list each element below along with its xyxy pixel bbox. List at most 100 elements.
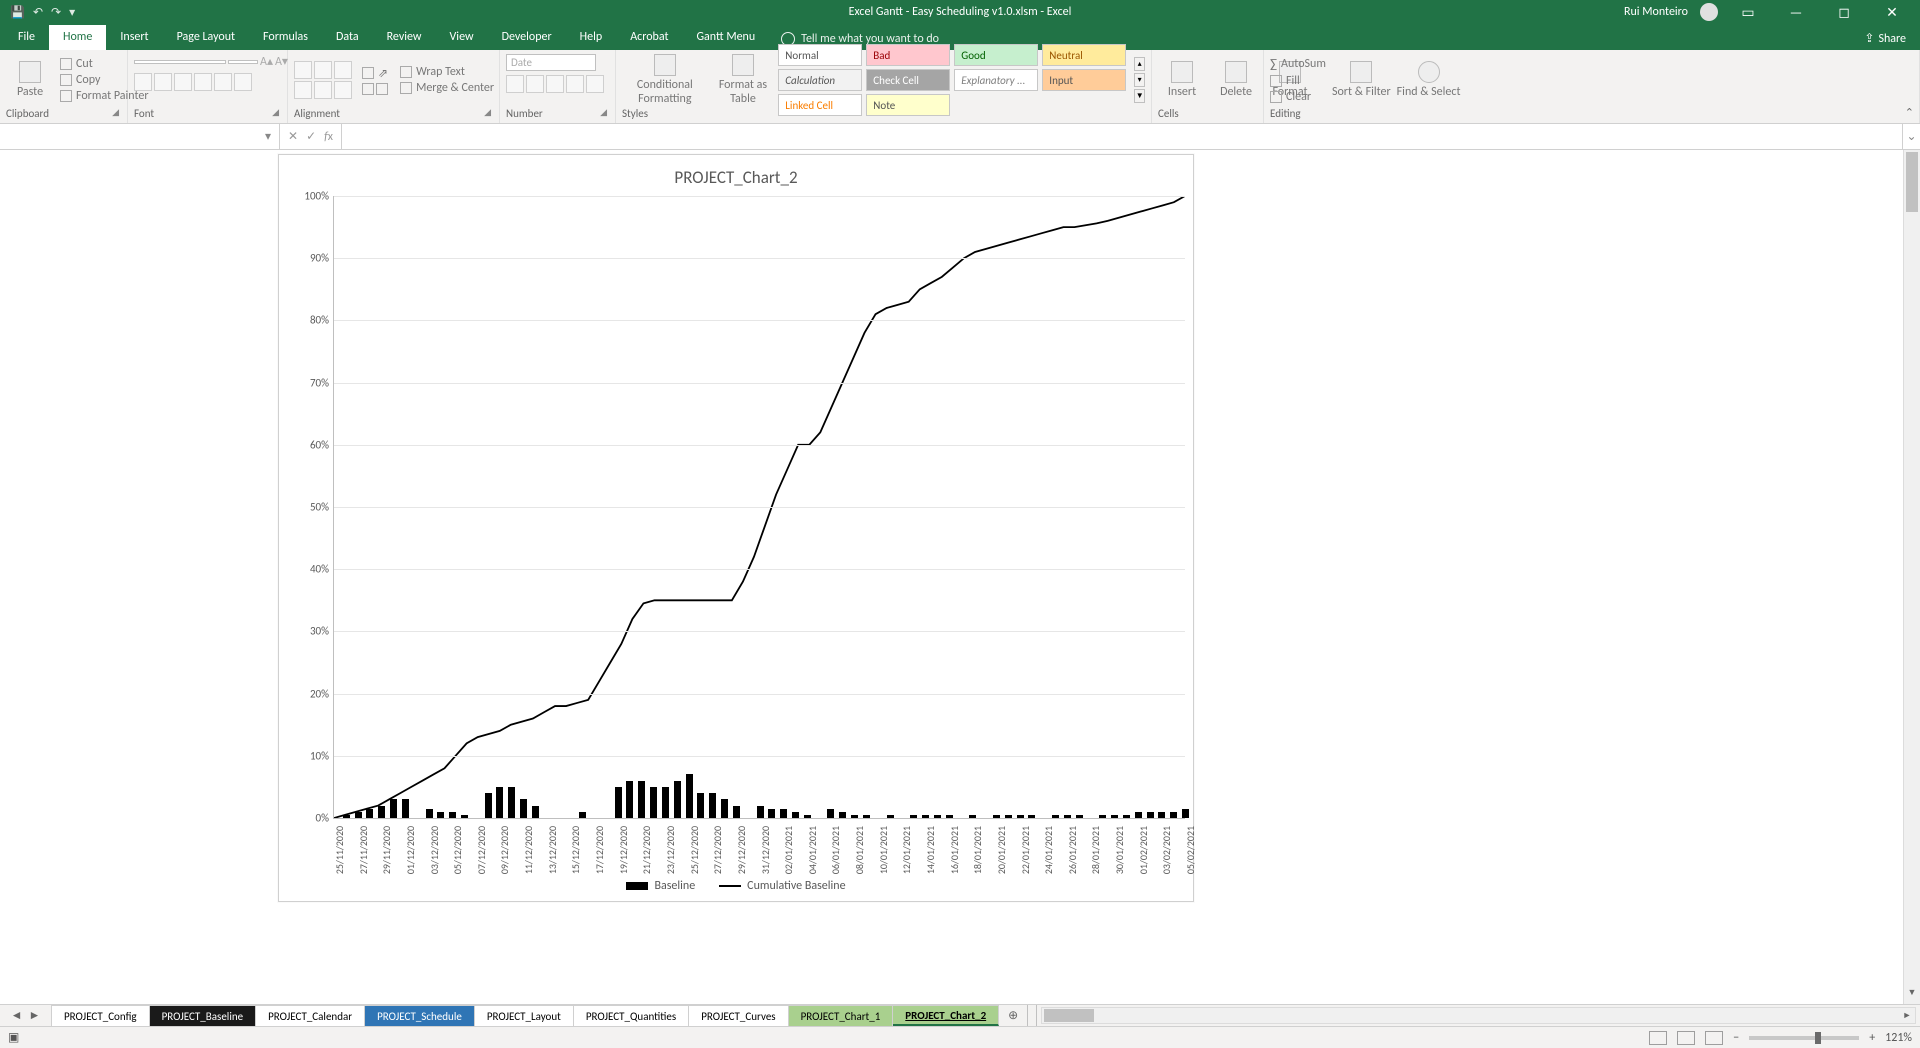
gallery-more-icon[interactable]: ▼	[1134, 89, 1145, 103]
style-neutral[interactable]: Neutral	[1042, 44, 1126, 66]
number-format-combo[interactable]: Date	[506, 54, 596, 71]
chart-object[interactable]: PROJECT_Chart_2 0%10%20%30%40%50%60%70%8…	[278, 154, 1194, 902]
maximize-icon[interactable]: ◻	[1826, 4, 1862, 21]
scroll-thumb[interactable]	[1906, 152, 1918, 212]
percent-button[interactable]	[526, 75, 544, 93]
close-icon[interactable]: ✕	[1874, 4, 1910, 21]
zoom-knob[interactable]	[1815, 1032, 1821, 1044]
gallery-down-icon[interactable]: ▾	[1134, 73, 1145, 87]
cancel-formula-icon[interactable]: ✕	[288, 129, 298, 144]
chart-legend[interactable]: Baseline Cumulative Baseline	[287, 877, 1185, 897]
style-normal[interactable]: Normal	[778, 44, 862, 66]
save-icon[interactable]: 💾	[10, 5, 25, 20]
sheet-tab-project_calendar[interactable]: PROJECT_Calendar	[256, 1005, 365, 1026]
shrink-font-icon[interactable]: A▾	[275, 54, 288, 69]
minimize-icon[interactable]: —	[1778, 4, 1814, 21]
format-as-table-button[interactable]: Format as Table	[714, 54, 773, 106]
bold-button[interactable]	[134, 73, 152, 91]
sheet-tab-project_config[interactable]: PROJECT_Config	[52, 1005, 150, 1026]
sheet-tab-project_schedule[interactable]: PROJECT_Schedule	[365, 1005, 475, 1026]
fill-color-button[interactable]	[214, 73, 232, 91]
name-dropdown-icon[interactable]: ▾	[261, 129, 275, 144]
fill-button[interactable]: Fill	[1270, 74, 1326, 88]
sheet-tab-project_layout[interactable]: PROJECT_Layout	[475, 1005, 574, 1026]
dialog-launcher-icon[interactable]: ◢	[112, 107, 119, 118]
name-box-input[interactable]	[4, 130, 261, 144]
underline-button[interactable]	[174, 73, 192, 91]
menu-tab-developer[interactable]: Developer	[488, 25, 566, 50]
undo-icon[interactable]: ↶	[33, 5, 43, 20]
style-input[interactable]: Input	[1042, 69, 1126, 91]
style-calculation[interactable]: Calculation	[778, 69, 862, 91]
ribbon-display-icon[interactable]: ▭	[1730, 4, 1766, 21]
style-good[interactable]: Good	[954, 44, 1038, 66]
merge-center-button[interactable]: Merge & Center	[400, 81, 494, 95]
menu-tab-help[interactable]: Help	[566, 25, 617, 50]
conditional-formatting-button[interactable]: Conditional Formatting	[622, 54, 708, 106]
h-scroll-thumb[interactable]	[1044, 1009, 1094, 1022]
cell-styles-gallery[interactable]: NormalBadGoodNeutralCalculationCheck Cel…	[778, 44, 1126, 116]
font-size-combo[interactable]	[228, 60, 258, 64]
expand-formula-bar-icon[interactable]: ⌄	[1902, 124, 1920, 149]
menu-tab-gantt-menu[interactable]: Gantt Menu	[682, 25, 769, 50]
wrap-text-button[interactable]: Wrap Text	[400, 65, 494, 79]
share-button[interactable]: ⇪ Share	[1864, 31, 1906, 50]
tab-splitter[interactable]	[1027, 1005, 1037, 1026]
zoom-level[interactable]: 121%	[1885, 1031, 1912, 1045]
sheet-tab-project_chart_1[interactable]: PROJECT_Chart_1	[789, 1005, 894, 1026]
new-sheet-button[interactable]: ⊕	[999, 1005, 1027, 1026]
legend-item-cumulative[interactable]: Cumulative Baseline	[719, 879, 845, 893]
page-layout-view-button[interactable]	[1677, 1031, 1695, 1045]
menu-tab-formulas[interactable]: Formulas	[249, 25, 322, 50]
style-check-cell[interactable]: Check Cell	[866, 69, 950, 91]
sheet-tab-project_baseline[interactable]: PROJECT_Baseline	[150, 1005, 257, 1026]
paste-button[interactable]: Paste	[6, 61, 54, 99]
font-name-combo[interactable]	[134, 60, 226, 64]
scroll-right-icon[interactable]: ►	[1899, 1008, 1915, 1023]
autosum-button[interactable]: ∑AutoSum	[1270, 57, 1326, 72]
tab-next-icon[interactable]: ►	[29, 1008, 41, 1023]
menu-tab-view[interactable]: View	[436, 25, 488, 50]
menu-tab-data[interactable]: Data	[322, 25, 373, 50]
dialog-launcher-icon[interactable]: ◢	[484, 107, 491, 118]
gallery-up-icon[interactable]: ▴	[1134, 57, 1145, 71]
sheet-tab-project_curves[interactable]: PROJECT_Curves	[689, 1005, 788, 1026]
dialog-launcher-icon[interactable]: ◢	[600, 107, 607, 118]
align-left[interactable]	[294, 81, 312, 99]
sheet-tab-project_quantities[interactable]: PROJECT_Quantities	[574, 1005, 689, 1026]
redo-icon[interactable]: ↷	[51, 5, 61, 20]
clear-button[interactable]: Clear	[1270, 90, 1326, 104]
plot-area[interactable]: 0%10%20%30%40%50%60%70%80%90%100% 25/11/…	[287, 196, 1185, 877]
border-button[interactable]	[194, 73, 212, 91]
tab-prev-icon[interactable]: ◄	[11, 1008, 23, 1023]
indent-icon[interactable]	[376, 83, 388, 95]
scroll-down-icon[interactable]: ▼	[1904, 987, 1920, 1004]
sheet-tab-project_chart_2[interactable]: PROJECT_Chart_2	[893, 1005, 999, 1026]
menu-tab-review[interactable]: Review	[373, 25, 436, 50]
collapse-ribbon-icon[interactable]: ⌃	[1905, 106, 1914, 119]
insert-button[interactable]: Insert	[1158, 61, 1206, 99]
inc-decimal-button[interactable]	[566, 75, 584, 93]
menu-tab-page-layout[interactable]: Page Layout	[163, 25, 249, 50]
name-box[interactable]: ▾	[0, 124, 280, 149]
align-center[interactable]	[314, 81, 332, 99]
legend-item-baseline[interactable]: Baseline	[626, 879, 695, 893]
menu-tab-file[interactable]: File	[4, 25, 49, 50]
grow-font-icon[interactable]: A▴	[260, 54, 273, 69]
dec-decimal-button[interactable]	[586, 75, 604, 93]
enter-formula-icon[interactable]: ✓	[306, 129, 316, 144]
formula-input-wrap[interactable]	[342, 124, 1902, 149]
comma-button[interactable]	[546, 75, 564, 93]
page-break-view-button[interactable]	[1705, 1031, 1723, 1045]
sort-filter-button[interactable]: Sort & Filter	[1332, 61, 1391, 99]
delete-button[interactable]: Delete	[1212, 61, 1260, 99]
dedent-icon[interactable]	[362, 83, 374, 95]
dialog-launcher-icon[interactable]: ◢	[272, 107, 279, 118]
align-top[interactable]	[294, 61, 312, 79]
menu-tab-home[interactable]: Home	[49, 25, 106, 50]
menu-tab-insert[interactable]: Insert	[106, 25, 162, 50]
align-right[interactable]	[334, 81, 352, 99]
tab-nav[interactable]: ◄►	[0, 1005, 52, 1026]
style-explanatory-[interactable]: Explanatory ...	[954, 69, 1038, 91]
italic-button[interactable]	[154, 73, 172, 91]
